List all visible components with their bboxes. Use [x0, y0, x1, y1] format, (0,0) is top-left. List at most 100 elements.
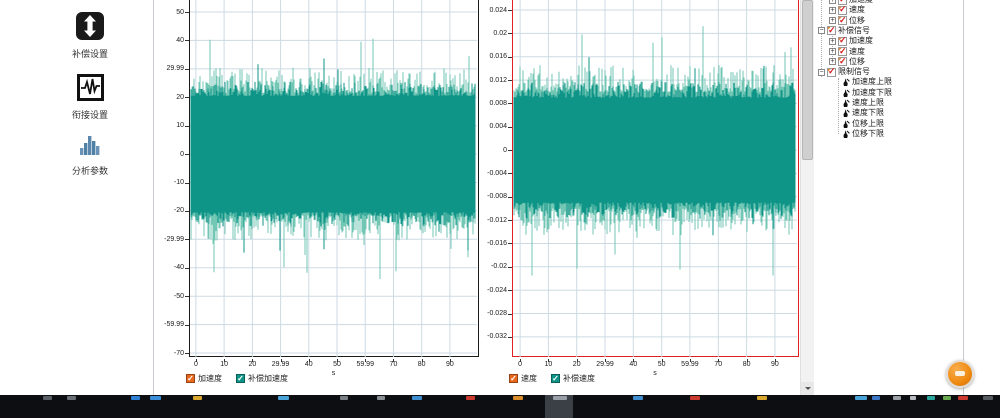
taskbar-app-icon[interactable] [412, 396, 422, 400]
y-tick-mark [508, 173, 512, 174]
tree-item-label: 速度下限 [852, 108, 884, 118]
scrollbar-down-arrow-icon[interactable] [801, 382, 814, 395]
tree-item-位移下限[interactable]: 位移下限 [842, 129, 884, 139]
x-tick-label: 10 [534, 361, 562, 368]
y-tick-label: 10 [144, 121, 184, 130]
y-tick-label: 0.02 [467, 29, 507, 38]
tree-checkbox-checked-icon[interactable]: ✓ [838, 47, 847, 56]
vertical-scrollbar[interactable] [800, 0, 814, 395]
x-tick-label: 0 [182, 361, 210, 368]
y-tick-label: 0.004 [467, 122, 507, 131]
taskbar-app-icon[interactable] [893, 396, 901, 400]
tree-item-速度下限[interactable]: 速度下限 [842, 108, 884, 118]
tree-item-限制信号[interactable]: −✓限制信号 [818, 67, 870, 77]
tree-item-位移上限[interactable]: 位移上限 [842, 119, 884, 129]
windows-taskbar[interactable] [0, 395, 1000, 418]
legend-item: ✓加速度 [186, 373, 222, 384]
legend-checkbox-icon[interactable]: ✓ [236, 374, 245, 383]
taskbar-app-icon[interactable] [927, 396, 935, 400]
expand-plus-icon[interactable]: + [829, 7, 836, 14]
taskbar-app-icon[interactable] [340, 396, 348, 400]
taskbar-app-icon[interactable] [910, 396, 916, 400]
y-tick-mark [508, 127, 512, 128]
tree-checkbox-checked-icon[interactable]: ✓ [838, 57, 847, 66]
x-tick-label: 80 [733, 361, 761, 368]
taskbar-app-icon[interactable] [958, 396, 968, 400]
taskbar-app-icon[interactable] [67, 396, 76, 400]
tree-item-加速度上限[interactable]: 加速度上限 [842, 77, 892, 87]
x-tick-mark [548, 359, 549, 362]
taskbar-app-icon[interactable] [377, 396, 385, 400]
x-tick-label: 40 [619, 361, 647, 368]
x-tick-mark [605, 359, 606, 362]
expand-plus-icon[interactable]: + [829, 38, 836, 45]
taskbar-app-icon[interactable] [943, 396, 951, 400]
y-tick-label: -0.02 [467, 262, 507, 271]
y-tick-label: -70 [144, 349, 184, 358]
x-tick-mark [196, 359, 197, 362]
x-tick-label: 40 [295, 361, 323, 368]
tree-item-速度上限[interactable]: 速度上限 [842, 98, 884, 108]
y-tick-label: 29.99 [144, 64, 184, 73]
y-tick-mark [185, 69, 189, 70]
tree-connector-line [838, 78, 839, 134]
legend-label: 补偿加速度 [248, 373, 288, 384]
collapse-minus-icon[interactable]: − [818, 69, 825, 76]
y-tick-mark [185, 154, 189, 155]
tree-checkbox-checked-icon[interactable]: ✓ [827, 26, 836, 35]
tree-item-速度[interactable]: +✓速度 [829, 47, 865, 57]
taskbar-app-icon[interactable] [43, 396, 52, 400]
floating-ball-button[interactable] [946, 360, 974, 388]
y-tick-mark [508, 103, 512, 104]
taskbar-app-icon[interactable] [633, 396, 643, 400]
expand-plus-icon[interactable]: + [829, 58, 836, 65]
taskbar-app-icon[interactable] [513, 396, 523, 400]
tree-item-加速度[interactable]: +✓加速度 [829, 36, 873, 46]
legend-checkbox-icon[interactable]: ✓ [551, 374, 560, 383]
y-tick-label: -0.008 [467, 192, 507, 201]
floating-ball-glyph-icon [955, 371, 965, 376]
y-tick-mark [508, 267, 512, 268]
expand-plus-icon[interactable]: + [829, 0, 836, 4]
expand-plus-icon[interactable]: + [829, 17, 836, 24]
tree-item-速度[interactable]: +✓速度 [829, 5, 865, 15]
y-tick-label: -0.028 [467, 309, 507, 318]
x-tick-label: 90 [761, 361, 789, 368]
signal-generator-icon [842, 119, 850, 129]
taskbar-app-icon[interactable] [690, 396, 700, 400]
y-tick-mark [508, 57, 512, 58]
tree-checkbox-checked-icon[interactable]: ✓ [838, 16, 847, 25]
taskbar-app-icon[interactable] [466, 396, 475, 400]
legend-label: 加速度 [198, 373, 222, 384]
tree-checkbox-checked-icon[interactable]: ✓ [827, 68, 836, 77]
taskbar-app-icon[interactable] [150, 396, 161, 400]
y-tick-label: -10 [144, 178, 184, 187]
x-tick-label: 80 [408, 361, 436, 368]
legend-checkbox-icon[interactable]: ✓ [509, 374, 518, 383]
y-tick-label: -40 [144, 263, 184, 272]
legend-checkbox-icon[interactable]: ✓ [186, 374, 195, 383]
y-tick-label: 0.012 [467, 76, 507, 85]
taskbar-app-icon[interactable] [757, 396, 767, 400]
y-tick-label: 0 [144, 150, 184, 159]
y-tick-mark [508, 337, 512, 338]
expand-plus-icon[interactable]: + [829, 48, 836, 55]
taskbar-app-icon[interactable] [553, 396, 567, 400]
tree-checkbox-checked-icon[interactable]: ✓ [838, 6, 847, 15]
acceleration-chart-plot[interactable] [189, 0, 479, 357]
y-tick-mark [185, 325, 189, 326]
taskbar-app-icon[interactable] [131, 396, 140, 400]
tree-checkbox-checked-icon[interactable]: ✓ [838, 37, 847, 46]
y-tick-mark [185, 268, 189, 269]
taskbar-app-icon[interactable] [278, 396, 289, 400]
taskbar-app-icon[interactable] [983, 396, 993, 400]
scrollbar-thumb[interactable] [802, 0, 813, 160]
tree-item-加速度下限[interactable]: 加速度下限 [842, 88, 892, 98]
velocity-chart-plot[interactable] [512, 0, 799, 357]
y-tick-mark [185, 126, 189, 127]
taskbar-app-icon[interactable] [872, 396, 880, 400]
taskbar-app-icon[interactable] [855, 396, 867, 400]
taskbar-app-icon[interactable] [193, 396, 202, 400]
y-tick-mark [508, 243, 512, 244]
collapse-minus-icon[interactable]: − [818, 27, 825, 34]
